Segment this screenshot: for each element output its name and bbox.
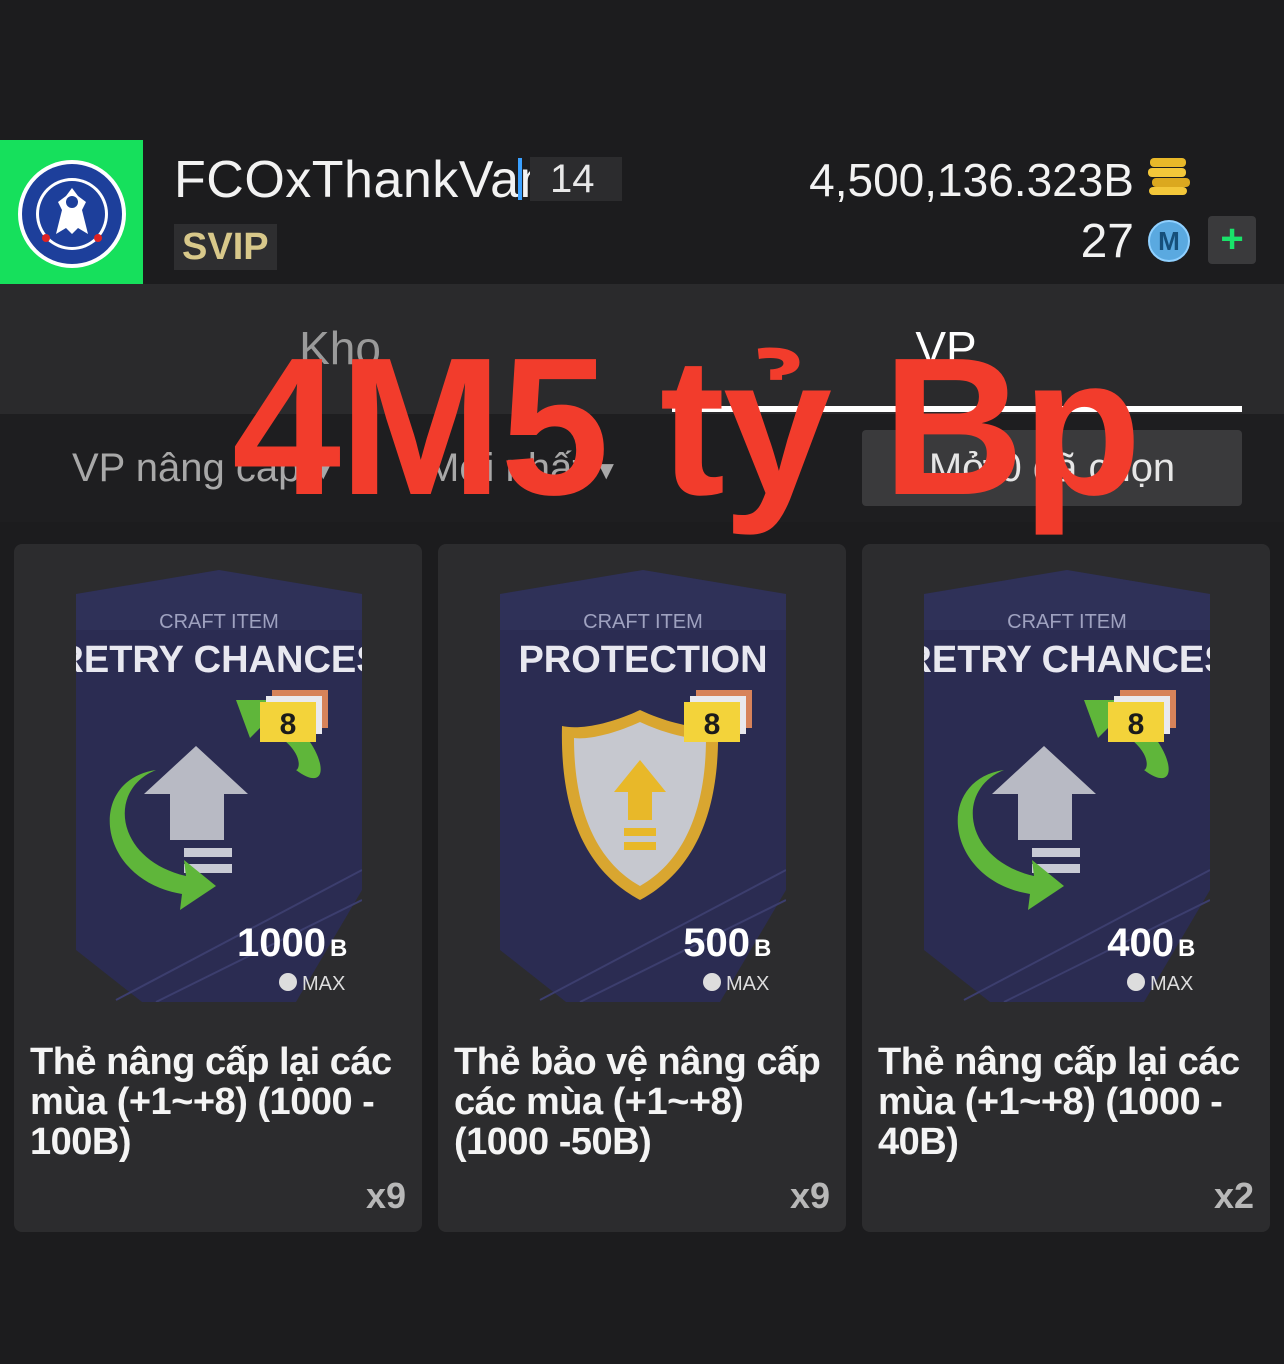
item-card[interactable]: CRAFT ITEM RETRY CHANCES 8 400 B MAX T bbox=[862, 544, 1270, 1232]
card-max-text: MAX bbox=[302, 973, 345, 995]
item-name: Thẻ nâng cấp lại các mùa (+1~+8) (1000 -… bbox=[878, 1041, 1240, 1163]
card-price-unit-text: B bbox=[1178, 935, 1195, 962]
craft-item-card: CRAFT ITEM RETRY CHANCES 8 1000 B MAX bbox=[76, 570, 362, 1002]
card-price-unit-text: B bbox=[330, 935, 347, 962]
m-coin-icon: M bbox=[1148, 220, 1190, 262]
username: FCOxThankVan bbox=[174, 151, 549, 209]
card-level-text: 8 bbox=[704, 708, 721, 741]
item-card[interactable]: CRAFT ITEM RETRY CHANCES 8 1000 B MAX bbox=[14, 544, 422, 1232]
card-header-text: CRAFT ITEM bbox=[1007, 611, 1127, 633]
inventory-screen: FCOxThankVan 14 SVIP 4,500,136.323B 27 M… bbox=[0, 0, 1284, 1364]
level-separator bbox=[518, 158, 522, 200]
profile-header: FCOxThankVan 14 SVIP 4,500,136.323B 27 M… bbox=[0, 140, 1284, 284]
card-header-text: CRAFT ITEM bbox=[159, 611, 279, 633]
craft-item-card: CRAFT ITEM RETRY CHANCES 8 400 B MAX bbox=[924, 570, 1210, 1002]
add-currency-button[interactable]: + bbox=[1208, 216, 1256, 264]
item-name: Thẻ nâng cấp lại các mùa (+1~+8) (1000 -… bbox=[30, 1041, 392, 1163]
card-max-text: MAX bbox=[726, 973, 769, 995]
card-title-text: PROTECTION bbox=[518, 639, 767, 681]
card-price-text: 400 bbox=[1107, 921, 1174, 965]
bottom-area bbox=[0, 1232, 1284, 1364]
card-price-text: 500 bbox=[683, 921, 750, 965]
item-card[interactable]: CRAFT ITEM PROTECTION 8 500 B MAX Thẻ bả… bbox=[438, 544, 846, 1232]
item-quantity: x9 bbox=[365, 1175, 406, 1216]
item-name: Thẻ bảo vệ nâng cấp các mùa (+1~+8) (100… bbox=[454, 1041, 821, 1163]
card-title-text: RETRY CHANCES bbox=[76, 639, 362, 681]
m-balance: 27 bbox=[1080, 215, 1134, 268]
item-quantity: x2 bbox=[1213, 1175, 1254, 1216]
card-level-text: 8 bbox=[1128, 708, 1145, 741]
card-header-text: CRAFT ITEM bbox=[583, 611, 703, 633]
bp-balance: 4,500,136.323B bbox=[809, 154, 1134, 206]
vip-badge: SVIP bbox=[174, 224, 277, 270]
card-level-text: 8 bbox=[280, 708, 297, 741]
level-badge: 14 bbox=[530, 157, 622, 201]
bp-coin-icon bbox=[1148, 158, 1190, 195]
item-grid: CRAFT ITEM RETRY CHANCES 8 1000 B MAX bbox=[14, 544, 1270, 1232]
item-quantity: x9 bbox=[789, 1175, 830, 1216]
card-max-text: MAX bbox=[1150, 973, 1193, 995]
card-price-unit-text: B bbox=[754, 935, 771, 962]
card-title-text: RETRY CHANCES bbox=[924, 639, 1210, 681]
card-price-text: 1000 bbox=[237, 921, 326, 965]
club-badge[interactable] bbox=[0, 140, 143, 284]
chelsea-crest-icon bbox=[18, 160, 126, 268]
craft-item-card: CRAFT ITEM PROTECTION 8 500 B MAX bbox=[500, 570, 786, 1002]
overlay-caption: 4M5 tỷ Bp bbox=[232, 317, 1142, 536]
